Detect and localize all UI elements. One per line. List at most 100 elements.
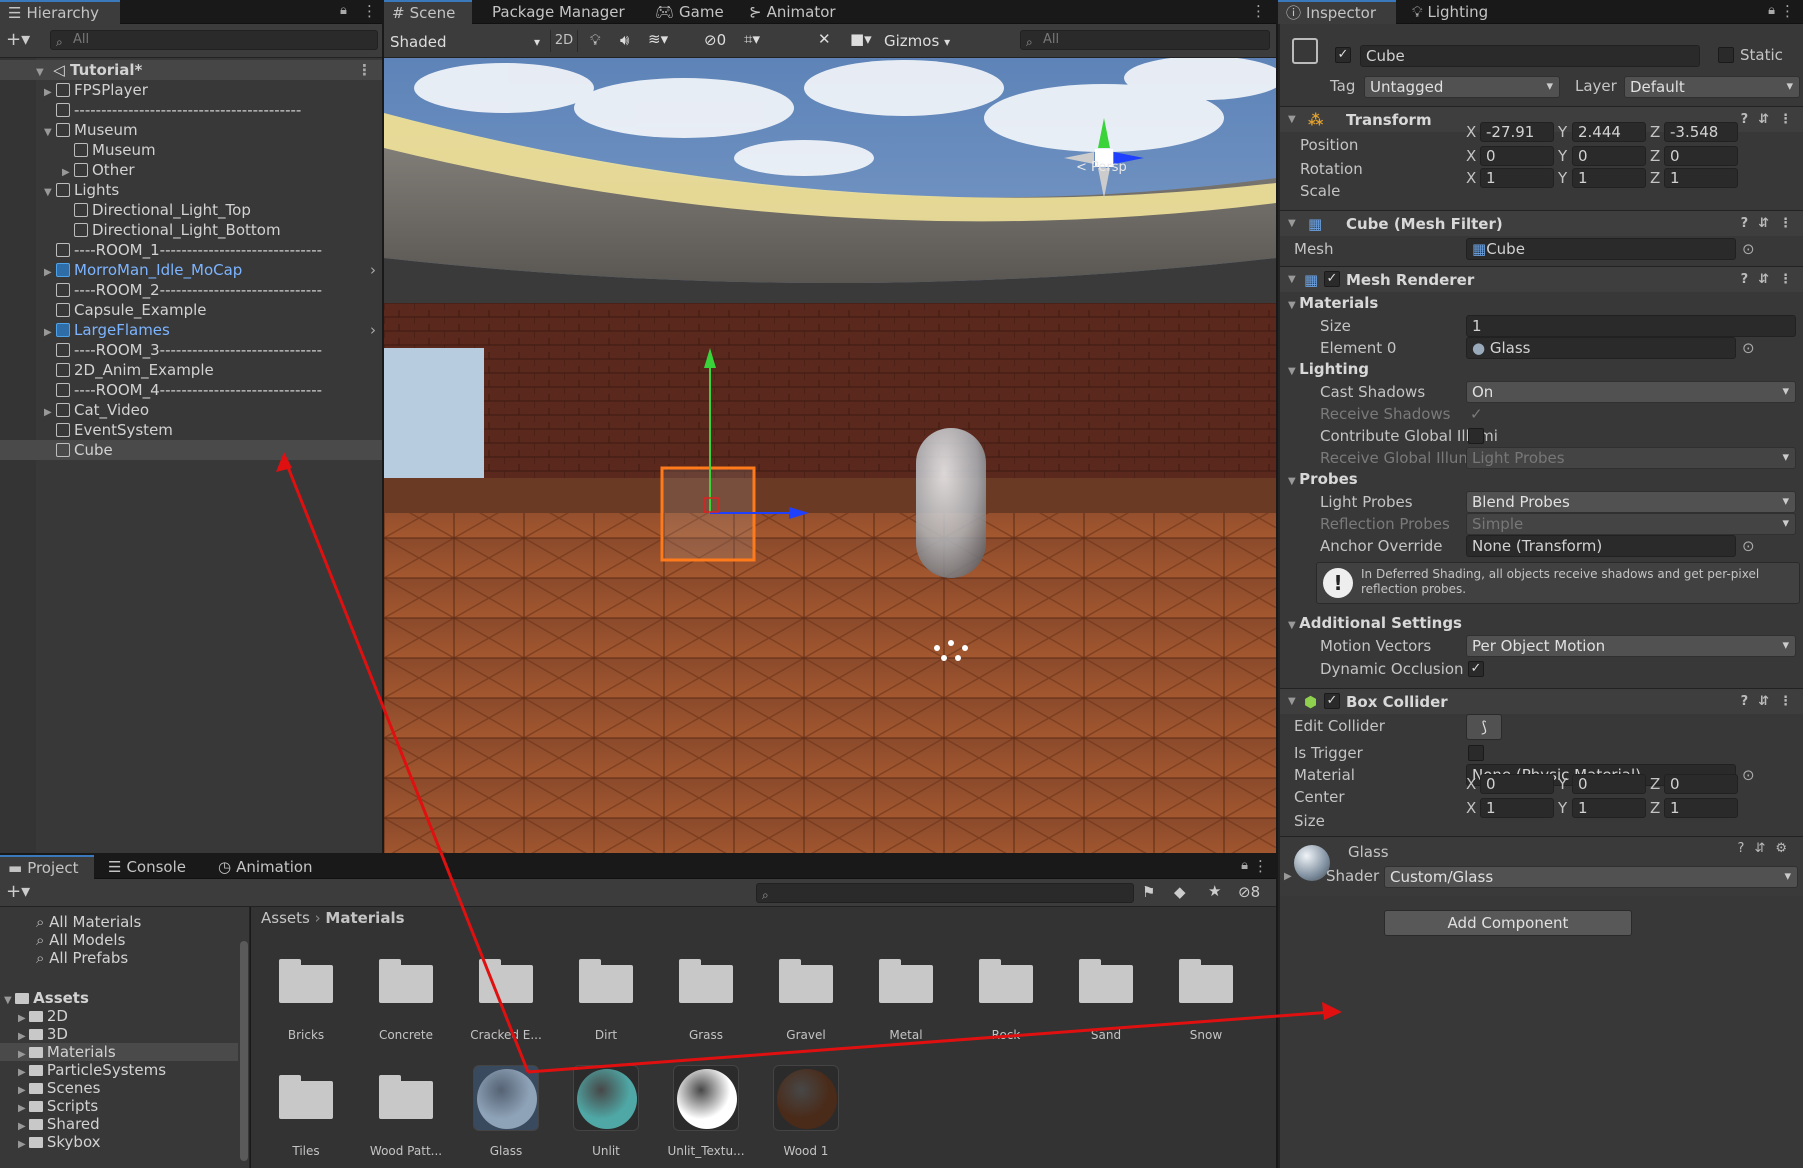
project-search-input[interactable]: ⌕ xyxy=(756,883,1134,903)
asset-folder[interactable] xyxy=(879,959,933,1003)
folder-tree-item[interactable]: ▶ Shared xyxy=(0,1115,238,1133)
material-asset[interactable] xyxy=(773,1065,839,1131)
more-menu-icon[interactable]: ⋮ xyxy=(362,2,377,20)
favorite-star-icon[interactable]: ★ xyxy=(1208,882,1221,900)
axis-label-z[interactable]: Z xyxy=(1650,169,1660,187)
hierarchy-item[interactable]: ▶ FPSPlayer xyxy=(0,80,382,100)
hierarchy-item[interactable]: ▶ Cat_Video xyxy=(0,400,382,420)
fold-arrow-icon[interactable]: ▶ xyxy=(18,1139,29,1150)
grid-snap-icon[interactable]: ⌗▾ xyxy=(744,30,760,48)
effects-toggle-icon[interactable]: ≋▾ xyxy=(648,30,668,48)
hierarchy-item[interactable]: EventSystem xyxy=(0,420,382,440)
lock-icon[interactable]: 🔒︎ xyxy=(1768,3,1775,18)
folder-tree-item[interactable]: ▶ 2D xyxy=(0,1007,238,1025)
folder-tree-item[interactable]: ▶ ParticleSystems xyxy=(0,1061,238,1079)
hierarchy-item[interactable]: ----ROOM_1------------------------------ xyxy=(0,240,382,260)
component-menu-icons[interactable]: ?⇵⋮ xyxy=(1741,211,1802,237)
asset-folder[interactable] xyxy=(379,959,433,1003)
scale-x-field[interactable]: 1 xyxy=(1480,168,1554,188)
favorite-item[interactable]: ⌕ All Models xyxy=(0,931,125,949)
is-trigger-checkbox[interactable] xyxy=(1468,745,1484,761)
hierarchy-item[interactable]: ▶ MorroMan_Idle_MoCap › xyxy=(0,260,382,280)
axis-label-x[interactable]: X xyxy=(1466,147,1476,165)
mesh-renderer-header[interactable]: ▼ ▦ ✓ Mesh Renderer ?⇵⋮ xyxy=(1280,266,1803,292)
hierarchy-item[interactable]: ▶ LargeFlames › xyxy=(0,320,382,340)
hierarchy-item[interactable]: Directional_Light_Top xyxy=(0,200,382,220)
object-picker-icon[interactable]: ⊙ xyxy=(1742,537,1755,555)
axis-label-y[interactable]: Y xyxy=(1558,169,1567,187)
size-x-field[interactable]: 1 xyxy=(1480,798,1554,818)
more-menu-icon[interactable]: ⋮ xyxy=(357,60,372,80)
tab-lighting[interactable]: 💡︎ Lighting xyxy=(1404,0,1496,24)
tag-dropdown[interactable]: Untagged xyxy=(1364,76,1560,98)
open-prefab-icon[interactable]: › xyxy=(370,260,376,280)
asset-folder[interactable] xyxy=(979,959,1033,1003)
object-picker-icon[interactable]: ⊙ xyxy=(1742,339,1755,357)
motion-vectors-dropdown[interactable]: Per Object Motion xyxy=(1466,635,1796,657)
fold-arrow-icon[interactable]: ▶ xyxy=(18,1085,29,1096)
position-x-field[interactable]: -27.91 xyxy=(1480,122,1554,142)
scene-viewport[interactable]: < Persp xyxy=(384,58,1276,853)
materials-size-field[interactable]: 1 xyxy=(1466,315,1796,337)
axis-label-y[interactable]: Y xyxy=(1558,799,1567,817)
folder-tree-item[interactable]: ▶ Scenes xyxy=(0,1079,238,1097)
hierarchy-item[interactable]: Capsule_Example xyxy=(0,300,382,320)
shader-dropdown[interactable]: Custom/Glass xyxy=(1384,866,1798,888)
size-y-field[interactable]: 1 xyxy=(1572,798,1646,818)
asset-folder[interactable] xyxy=(1179,959,1233,1003)
axis-label-z[interactable]: Z xyxy=(1650,799,1660,817)
mesh-field[interactable]: ▦Cube xyxy=(1466,238,1736,260)
axis-label-z[interactable]: Z xyxy=(1650,123,1660,141)
add-component-button[interactable]: Add Component xyxy=(1384,910,1632,936)
tab-inspector[interactable]: ⓘ Inspector xyxy=(1278,0,1396,24)
hidden-packages-icon[interactable]: ⊘8 xyxy=(1238,883,1260,901)
component-menu-icons[interactable]: ?⇵⋮ xyxy=(1741,107,1802,133)
mesh-renderer-enabled-checkbox[interactable]: ✓ xyxy=(1324,271,1340,287)
box-collider-enabled-checkbox[interactable]: ✓ xyxy=(1324,693,1340,709)
material-asset[interactable] xyxy=(673,1065,739,1131)
element0-field[interactable]: ● Glass xyxy=(1466,337,1736,359)
folder-tree-item[interactable]: ▶ Skybox xyxy=(0,1133,238,1151)
tab-scene[interactable]: # Scene xyxy=(384,0,472,24)
hierarchy-item[interactable]: Cube xyxy=(0,440,382,460)
center-y-field[interactable]: 0 xyxy=(1572,774,1646,794)
rotation-z-field[interactable]: 0 xyxy=(1664,146,1738,166)
more-menu-icon[interactable]: ⋮ xyxy=(1251,2,1266,20)
fold-arrow-icon[interactable]: ▶ xyxy=(1284,871,1292,882)
hierarchy-item[interactable]: ----ROOM_3------------------------------ xyxy=(0,340,382,360)
lighting-section[interactable]: ▼ Lighting xyxy=(1288,360,1369,378)
center-z-field[interactable]: 0 xyxy=(1664,774,1738,794)
object-picker-icon[interactable]: ⊙ xyxy=(1742,766,1755,784)
axis-label-y[interactable]: Y xyxy=(1558,123,1567,141)
component-menu-icons[interactable]: ?⇵⋮ xyxy=(1741,689,1802,715)
filter-type-icon[interactable]: ⚑ xyxy=(1142,883,1155,901)
scene-root-row[interactable]: ▼ ◁ Tutorial* ⋮ xyxy=(0,60,382,80)
light-toggle-icon[interactable]: 💡︎ xyxy=(590,31,601,49)
size-z-field[interactable]: 1 xyxy=(1664,798,1738,818)
cast-shadows-dropdown[interactable]: On xyxy=(1466,381,1796,403)
rotation-x-field[interactable]: 0 xyxy=(1480,146,1554,166)
gizmos-dropdown[interactable]: Gizmos ▾ xyxy=(884,30,950,52)
more-menu-icon[interactable]: ⋮ xyxy=(1780,2,1795,20)
open-prefab-icon[interactable]: › xyxy=(370,320,376,340)
add-icon[interactable]: +▾ xyxy=(6,29,30,50)
fold-arrow-icon[interactable]: ▶ xyxy=(18,1121,29,1132)
scale-y-field[interactable]: 1 xyxy=(1572,168,1646,188)
tab-game[interactable]: 🎮︎ Game xyxy=(647,0,732,24)
anchor-override-field[interactable]: None (Transform) xyxy=(1466,535,1736,557)
asset-folder[interactable] xyxy=(1079,959,1133,1003)
tab-animation[interactable]: ◷ Animation xyxy=(210,855,321,879)
audio-toggle-icon[interactable]: 🔊︎ xyxy=(620,31,629,49)
more-menu-icon[interactable]: ⋮ xyxy=(1253,857,1268,875)
toggle-2d-button[interactable]: 2D xyxy=(550,30,578,52)
tab-hierarchy[interactable]: ☰ Hierarchy xyxy=(0,0,120,24)
axis-label-x[interactable]: X xyxy=(1466,775,1476,793)
rotation-y-field[interactable]: 0 xyxy=(1572,146,1646,166)
breadcrumb-assets[interactable]: Assets xyxy=(261,909,310,927)
favorite-item[interactable]: ⌕ All Materials xyxy=(0,913,141,931)
folder-tree-item[interactable]: ▶ Materials xyxy=(0,1043,238,1061)
asset-folder[interactable] xyxy=(279,1075,333,1119)
hierarchy-item[interactable]: ▼ Museum xyxy=(0,120,382,140)
folder-tree-item[interactable]: ▶ 3D xyxy=(0,1025,238,1043)
axis-label-x[interactable]: X xyxy=(1466,799,1476,817)
